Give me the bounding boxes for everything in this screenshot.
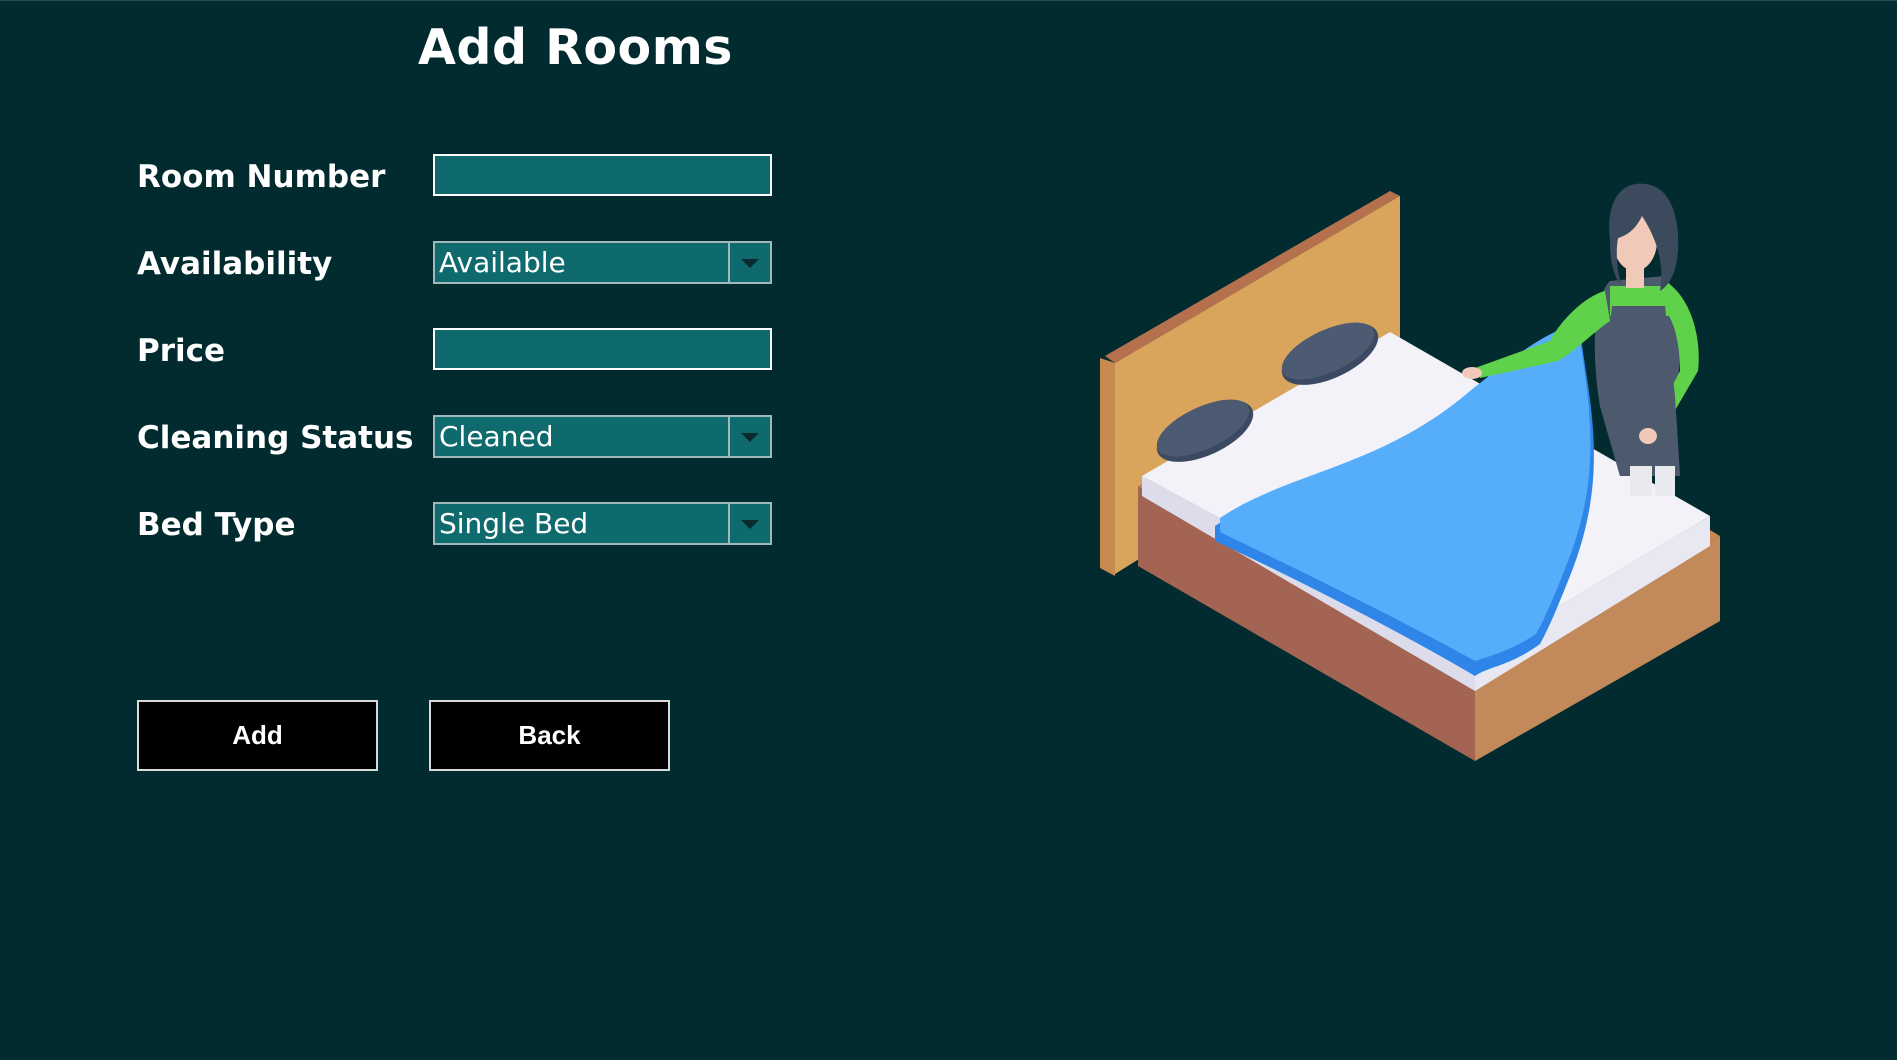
housekeeper-making-bed-illustration (1100, 183, 1720, 761)
chevron-down-icon[interactable] (728, 243, 770, 282)
availability-label: Availability (137, 246, 333, 282)
room-number-label: Room Number (137, 159, 386, 195)
availability-selected-value: Available (439, 246, 566, 279)
cleaning-status-label: Cleaning Status (137, 420, 414, 456)
add-button[interactable]: Add (137, 700, 378, 771)
back-button[interactable]: Back (429, 700, 670, 771)
availability-dropdown[interactable]: Available (433, 241, 772, 284)
price-input[interactable] (433, 328, 772, 370)
page-title: Add Rooms (418, 19, 733, 76)
cleaning-status-dropdown[interactable]: Cleaned (433, 415, 772, 458)
bed-type-label: Bed Type (137, 507, 296, 543)
cleaning-status-selected-value: Cleaned (439, 420, 554, 453)
price-label: Price (137, 333, 226, 369)
add-rooms-window: Add Rooms Room Number Availability Avail… (0, 0, 1897, 1060)
bed-type-dropdown[interactable]: Single Bed (433, 502, 772, 545)
bed-type-selected-value: Single Bed (439, 507, 589, 540)
chevron-down-icon[interactable] (728, 504, 770, 543)
chevron-down-icon[interactable] (728, 417, 770, 456)
room-number-input[interactable] (433, 154, 772, 196)
